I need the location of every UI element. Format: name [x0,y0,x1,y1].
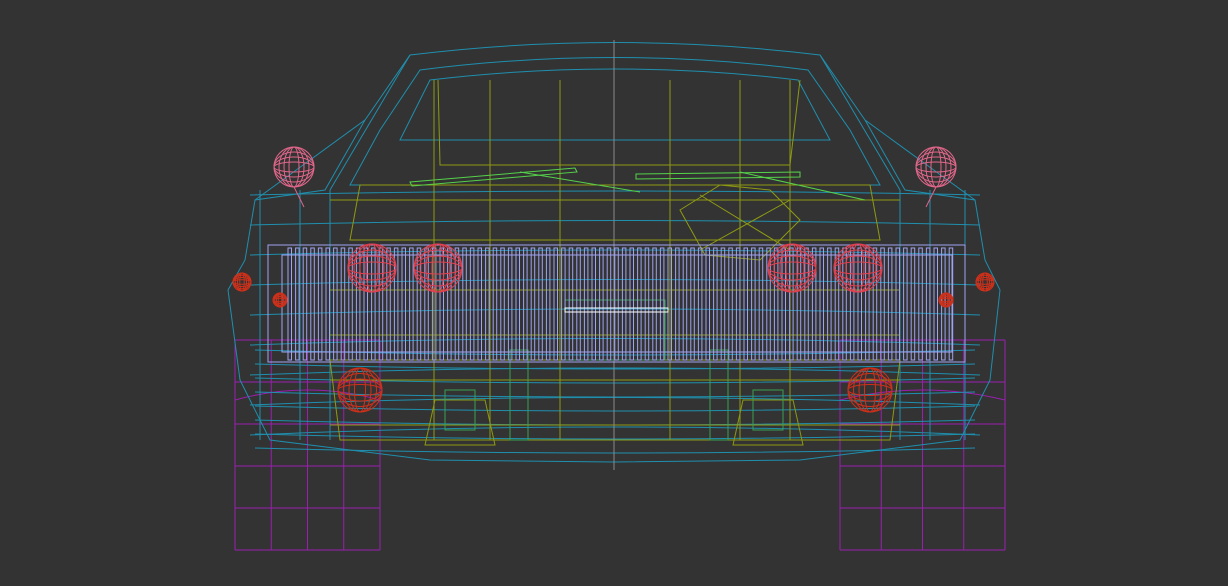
lights-edge [337,367,383,413]
grille-edge [485,247,490,361]
grille-edge [614,247,619,361]
grille-edge [469,247,475,361]
grille-edge [515,247,520,361]
mirrors-edge [930,146,942,188]
mirrors-edge [915,161,957,173]
grille-edge [500,247,505,361]
grille-edge [895,247,900,361]
grille-edge [682,247,688,361]
grille-edge [887,247,893,361]
grille-edge [865,247,870,361]
grille-edge [355,247,361,361]
body-edge [249,220,981,226]
grille-edge [637,247,642,361]
mirrors-edge [273,161,315,173]
mirrors-edge [273,146,315,188]
grille-edge [644,247,650,361]
grille-edge [857,247,862,361]
grille-edge [735,247,741,361]
grille-edge [477,247,482,361]
body-edge [249,426,981,436]
wipers-edge [519,171,641,193]
wipers-edge [635,171,801,180]
mirrors-edge [288,146,300,188]
grille-edge [507,247,513,361]
grille-edge [804,247,809,361]
grille-edge [583,247,589,361]
grille-edge [447,247,452,361]
grille-edge [903,247,908,361]
body-edge [819,54,901,191]
grille-edge [462,247,467,361]
grille-edge [606,247,612,361]
grille-edge [713,247,718,361]
grille-edge [705,247,710,361]
interior-edge [437,79,801,166]
grille-edge [576,247,581,361]
frame-edge [509,349,529,441]
car-wireframe [227,40,1006,551]
body-edge [349,57,881,186]
grille-edge [568,247,574,361]
grille-edge [758,247,764,361]
3d-viewport[interactable] [0,0,1228,586]
grille-edge [743,247,748,361]
mirrors-edge [925,186,937,208]
wipers-wireframe [409,167,866,201]
grille-edge [652,247,657,361]
frame-edge [709,349,729,441]
mirrors-edge [293,186,305,208]
body-edge [329,54,411,191]
body-edge [254,119,366,201]
grille-edge [553,247,558,361]
grille-edge [492,247,498,361]
grille-edge [599,247,604,361]
body-edge [249,190,981,196]
grille-edge [819,247,824,361]
grille-edge [720,247,726,361]
grille-edge [523,247,528,361]
body-edge [254,447,976,454]
interior-edge [349,184,881,241]
grille-wireframe [267,244,966,363]
grille-edge [333,247,338,361]
grille-edge [538,247,543,361]
grille-edge [690,247,695,361]
grille-edge [675,247,680,361]
grille-edge [659,247,665,361]
grille-edge [267,244,966,363]
lights-edge [337,384,383,396]
mirrors-wireframe [273,146,957,208]
grille-edge [545,247,551,361]
interior-edge [699,194,791,251]
grille-edge [697,247,703,361]
wipers-edge [739,171,866,201]
grille-edge [629,247,634,361]
grille-edge [621,247,627,361]
grille-edge [827,247,832,361]
grille-edge [439,247,444,361]
grille-edge [781,247,786,361]
mirrors-edge [915,146,957,188]
body-edge [399,68,831,141]
body-edge [864,119,976,201]
grille-edge [773,247,779,361]
grille-edge [728,247,733,361]
grille-edge [325,247,330,361]
lights-edge [343,367,377,413]
lights-edge [354,367,366,413]
grille-edge [401,247,406,361]
grille-edge [591,247,596,361]
grille-edge [371,247,376,361]
lights-edge [847,367,893,413]
body-edge [254,433,976,440]
grille-edge [530,247,536,361]
grille-edge [751,247,756,361]
grille-edge [409,247,414,361]
lights-edge [864,367,876,413]
